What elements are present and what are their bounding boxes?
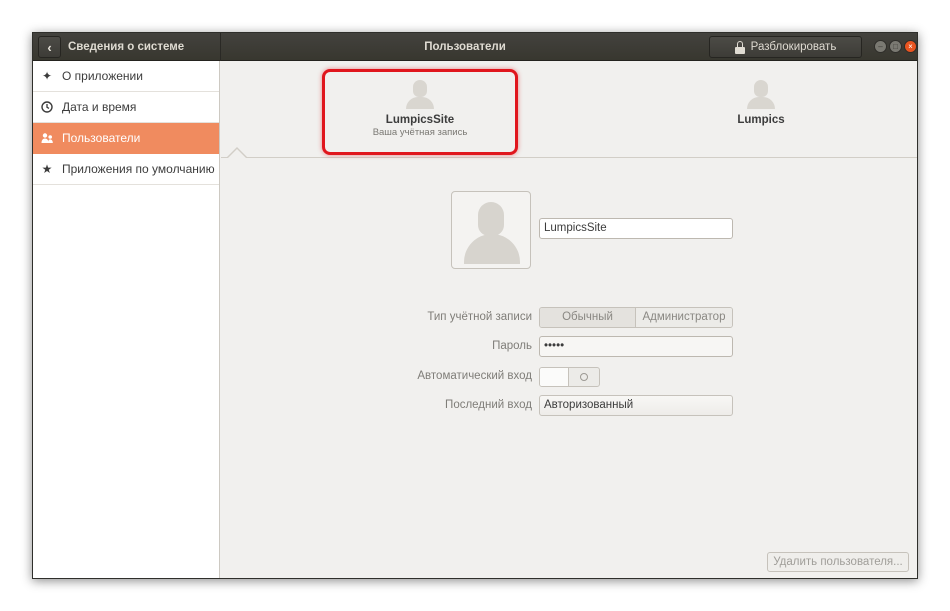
users-panel: LumpicsSite Ваша учётная запись Lumpics …: [221, 61, 917, 578]
sidebar-title: Сведения о системе: [68, 41, 185, 53]
switch-knob: [540, 368, 569, 386]
sidebar-item-about[interactable]: ✦ О приложении: [33, 61, 219, 92]
switch-off-icon: [580, 373, 588, 381]
avatar-shoulders: [464, 234, 520, 264]
lock-icon: [734, 40, 745, 54]
sidebar-item-label: Дата и время: [62, 100, 137, 114]
sidebar-item-label: О приложении: [62, 69, 143, 83]
delete-user-button[interactable]: Удалить пользователя...: [767, 552, 909, 572]
users-icon: [40, 131, 54, 145]
window-controls: – □ ×: [874, 40, 917, 53]
user-name: Lumpics: [737, 114, 785, 126]
account-type-standard[interactable]: Обычный: [540, 308, 635, 327]
unlock-label: Разблокировать: [750, 41, 837, 53]
password-label: Пароль: [492, 340, 532, 352]
header-bar: ‹ Сведения о системе Пользователи Разбло…: [33, 33, 917, 61]
clock-icon: [40, 100, 54, 114]
avatar-head: [478, 202, 504, 236]
sidebar-item-label: Пользователи: [62, 131, 141, 145]
sidebar-item-users[interactable]: Пользователи: [33, 123, 219, 154]
account-type-toggle: Обычный Администратор: [539, 307, 733, 328]
last-login-field[interactable]: Авторизованный: [539, 395, 733, 416]
sidebar-item-label: Приложения по умолчанию: [62, 162, 215, 176]
account-type-admin[interactable]: Администратор: [636, 308, 732, 327]
sidebar-item-default-apps[interactable]: ★ Приложения по умолчанию: [33, 154, 219, 185]
star-icon: ★: [41, 162, 53, 176]
autologin-label: Автоматический вход: [417, 370, 532, 382]
account-type-label: Тип учётной записи: [427, 311, 532, 323]
last-login-label: Последний вход: [445, 399, 532, 411]
unlock-button[interactable]: Разблокировать: [709, 36, 862, 58]
back-button[interactable]: ‹: [38, 36, 61, 58]
avatar-icon: [746, 79, 776, 109]
highlight-annotation: [322, 69, 518, 155]
sparkle-icon: ✦: [41, 69, 53, 83]
user-card-lumpics[interactable]: Lumpics: [661, 61, 861, 157]
user-avatar-button[interactable]: [451, 191, 531, 269]
username-input[interactable]: LumpicsSite: [539, 218, 733, 239]
sidebar-item-date-time[interactable]: Дата и время: [33, 92, 219, 123]
close-button[interactable]: ×: [904, 40, 917, 53]
maximize-button[interactable]: □: [889, 40, 902, 53]
chevron-left-icon: ‹: [47, 39, 52, 55]
settings-window: ‹ Сведения о системе Пользователи Разбло…: [32, 32, 918, 579]
sidebar: ✦ О приложении Дата и время Пользователи…: [33, 61, 220, 578]
autologin-switch[interactable]: [539, 367, 600, 387]
minimize-button[interactable]: –: [874, 40, 887, 53]
selection-pointer: [226, 147, 248, 159]
user-selector: LumpicsSite Ваша учётная запись Lumpics: [221, 61, 917, 159]
page-title: Пользователи: [424, 41, 506, 53]
password-field[interactable]: •••••: [539, 336, 733, 357]
